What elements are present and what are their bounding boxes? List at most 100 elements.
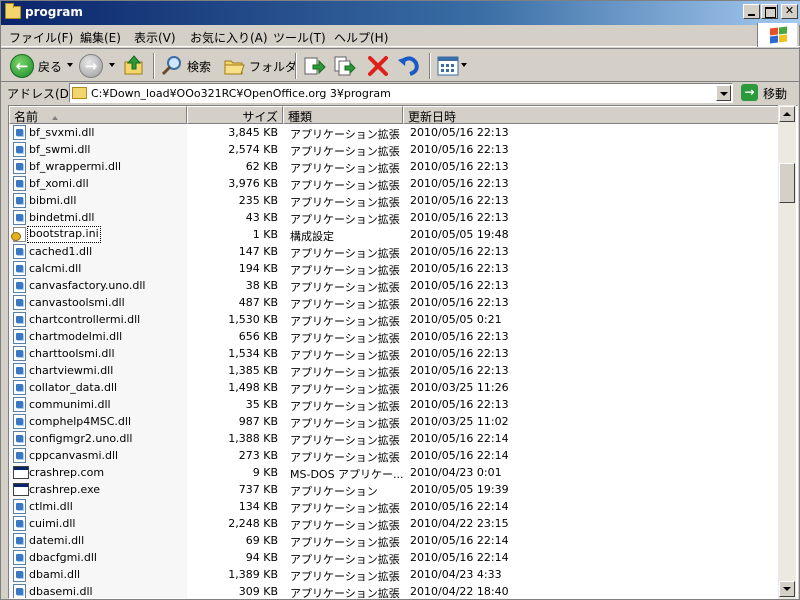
file-row[interactable]: communimi.dll 35 KB アプリケーション拡張 2010/05/16 2… [9, 396, 779, 413]
file-row[interactable]: cuimi.dll 2,248 KB アプリケーション拡張 2010/04/22 23… [9, 515, 779, 532]
file-size: 1,389 KB [228, 568, 278, 581]
file-name: communimi.dll [29, 398, 111, 411]
file-size: 62 KB [245, 160, 278, 173]
file-name: canvasfactory.uno.dll [29, 279, 146, 292]
file-modified: 2010/05/16 22:13 [410, 262, 509, 275]
file-size: 147 KB [238, 245, 278, 258]
column-type[interactable]: 種類 [283, 106, 403, 124]
file-row[interactable]: chartmodelmi.dll 656 KB アプリケーション拡張 2010/05/… [9, 328, 779, 345]
close-button[interactable]: ✕ [781, 4, 798, 19]
menu-bar: ファイル(F) 編集(E) 表示(V) お気に入り(A) ツール(T) ヘルプ(… [1, 25, 800, 47]
file-row[interactable]: bf_swmi.dll 2,574 KB アプリケーション拡張 2010/05/16 … [9, 141, 779, 158]
file-type: アプリケーション拡張 [290, 587, 400, 599]
file-size: 9 KB [252, 466, 278, 479]
file-row[interactable]: chartviewmi.dll 1,385 KB アプリケーション拡張 2010/05… [9, 362, 779, 379]
back-dropdown-icon[interactable] [67, 63, 73, 67]
file-name: chartcontrollermi.dll [29, 313, 141, 326]
file-row[interactable]: collator_data.dll 1,498 KB アプリケーション拡張 2010/… [9, 379, 779, 396]
file-name: canvastoolsmi.dll [29, 296, 125, 309]
file-size: 94 KB [245, 551, 278, 564]
title-bar[interactable]: program ✕ [1, 1, 800, 25]
menu-tools[interactable]: ツール(T) [273, 29, 326, 46]
scroll-down-button[interactable] [779, 581, 795, 597]
file-type: アプリケーション拡張 [290, 417, 400, 430]
file-row[interactable]: crashrep.exe 737 KB アプリケーション 2010/05/05 19:… [9, 481, 779, 498]
menu-edit[interactable]: 編集(E) [80, 29, 121, 46]
file-size: 3,976 KB [228, 177, 278, 190]
file-row[interactable]: datemi.dll 69 KB アプリケーション拡張 2010/05/16 22:1… [9, 532, 779, 549]
file-row[interactable]: bibmi.dll 235 KB アプリケーション拡張 2010/05/16 22:1… [9, 192, 779, 209]
menu-help[interactable]: ヘルプ(H) [334, 29, 388, 46]
menu-file[interactable]: ファイル(F) [9, 29, 73, 46]
file-modified: 2010/05/16 22:13 [410, 296, 509, 309]
menu-view[interactable]: 表示(V) [134, 29, 176, 46]
column-modified[interactable]: 更新日時 [403, 106, 779, 124]
folders-label: フォルダ [249, 60, 298, 74]
file-row[interactable]: canvasfactory.uno.dll 38 KB アプリケーション拡張 2010… [9, 277, 779, 294]
file-type: アプリケーション拡張 [290, 434, 400, 447]
back-arrow-icon: ← [10, 54, 34, 78]
file-row[interactable]: bootstrap.ini 1 KB 構成設定 2010/05/05 19:48 [9, 226, 779, 243]
file-row[interactable]: bf_xomi.dll 3,976 KB アプリケーション拡張 2010/05/16 … [9, 175, 779, 192]
address-dropdown-button[interactable] [716, 85, 731, 101]
scroll-up-button[interactable] [779, 106, 795, 122]
toolbar: ← 戻る → 検索 フォルダ [1, 48, 800, 82]
views-dropdown-icon[interactable] [461, 63, 467, 67]
file-row[interactable]: calcmi.dll 194 KB アプリケーション拡張 2010/05/16 22:… [9, 260, 779, 277]
file-row[interactable]: comphelp4MSC.dll 987 KB アプリケーション拡張 2010/03/… [9, 413, 779, 430]
file-row[interactable]: bf_svxmi.dll 3,845 KB アプリケーション拡張 2010/05/16… [9, 124, 779, 141]
file-name: calcmi.dll [29, 262, 82, 275]
file-type: アプリケーション拡張 [290, 315, 400, 328]
file-row[interactable]: crashrep.com 9 KB MS-DOS アプリケー... 2010/04/2… [9, 464, 779, 481]
file-name: cppcanvasmi.dll [29, 449, 119, 462]
file-name: comphelp4MSC.dll [29, 415, 131, 428]
search-icon [161, 56, 181, 76]
file-row[interactable]: cached1.dll 147 KB アプリケーション拡張 2010/05/16 22… [9, 243, 779, 260]
file-row[interactable]: bindetmi.dll 43 KB アプリケーション拡張 2010/05/16 22… [9, 209, 779, 226]
delete-icon[interactable] [367, 55, 389, 77]
file-row[interactable]: canvastoolsmi.dll 487 KB アプリケーション拡張 2010/05… [9, 294, 779, 311]
file-type: アプリケーション拡張 [290, 145, 400, 158]
exe-file-icon [13, 483, 29, 496]
file-name: bibmi.dll [29, 194, 77, 207]
file-row[interactable]: dbami.dll 1,389 KB アプリケーション拡張 2010/04/23 4:… [9, 566, 779, 583]
address-input[interactable]: C:¥Down_load¥OOo321RC¥OpenOffice.org 3¥p… [69, 83, 733, 103]
file-type: アプリケーション拡張 [290, 451, 400, 464]
maximize-button[interactable] [761, 4, 778, 19]
undo-icon[interactable] [397, 55, 421, 77]
dll-file-icon [13, 431, 26, 446]
minimize-button[interactable] [743, 4, 760, 19]
toolbar-separator [429, 53, 431, 79]
scroll-thumb[interactable] [779, 163, 795, 203]
vertical-scrollbar[interactable] [778, 105, 796, 599]
file-modified: 2010/05/16 22:13 [410, 194, 509, 207]
column-type-label: 種類 [288, 110, 313, 124]
file-list[interactable]: 名前 サイズ 種類 更新日時 bf_svxmi.dll 3,845 KB アプリケー… [8, 105, 798, 599]
file-row[interactable]: dbasemi.dll 309 KB アプリケーション拡張 2010/04/22 18… [9, 583, 779, 599]
file-size: 987 KB [238, 415, 278, 428]
file-modified: 2010/05/05 19:48 [410, 228, 509, 241]
dll-file-icon [13, 329, 26, 344]
copy-to-icon[interactable] [333, 55, 357, 77]
file-row[interactable]: chartcontrollermi.dll 1,530 KB アプリケーション拡張 2… [9, 311, 779, 328]
forward-dropdown-icon[interactable] [109, 63, 115, 67]
file-name: bootstrap.ini [27, 226, 101, 243]
search-label: 検索 [187, 60, 212, 74]
file-modified: 2010/05/16 22:13 [410, 364, 509, 377]
file-row[interactable]: charttoolsmi.dll 1,534 KB アプリケーション拡張 2010/0… [9, 345, 779, 362]
file-modified: 2010/05/16 22:14 [410, 449, 509, 462]
move-to-icon[interactable] [303, 55, 327, 77]
file-row[interactable]: cppcanvasmi.dll 273 KB アプリケーション拡張 2010/05/1… [9, 447, 779, 464]
menu-favorites[interactable]: お気に入り(A) [190, 29, 268, 46]
file-type: アプリケーション拡張 [290, 366, 400, 379]
folders-icon [224, 60, 245, 75]
file-type: MS-DOS アプリケー... [290, 468, 404, 481]
file-row[interactable]: bf_wrappermi.dll 62 KB アプリケーション拡張 2010/05/1… [9, 158, 779, 175]
file-size: 194 KB [238, 262, 278, 275]
column-name[interactable]: 名前 [9, 106, 187, 124]
file-row[interactable]: ctlmi.dll 134 KB アプリケーション拡張 2010/05/16 22:1… [9, 498, 779, 515]
file-row[interactable]: configmgr2.uno.dll 1,388 KB アプリケーション拡張 2010… [9, 430, 779, 447]
column-size[interactable]: サイズ [187, 106, 283, 124]
file-row[interactable]: dbacfgmi.dll 94 KB アプリケーション拡張 2010/05/16 22… [9, 549, 779, 566]
file-name: bf_swmi.dll [29, 143, 91, 156]
